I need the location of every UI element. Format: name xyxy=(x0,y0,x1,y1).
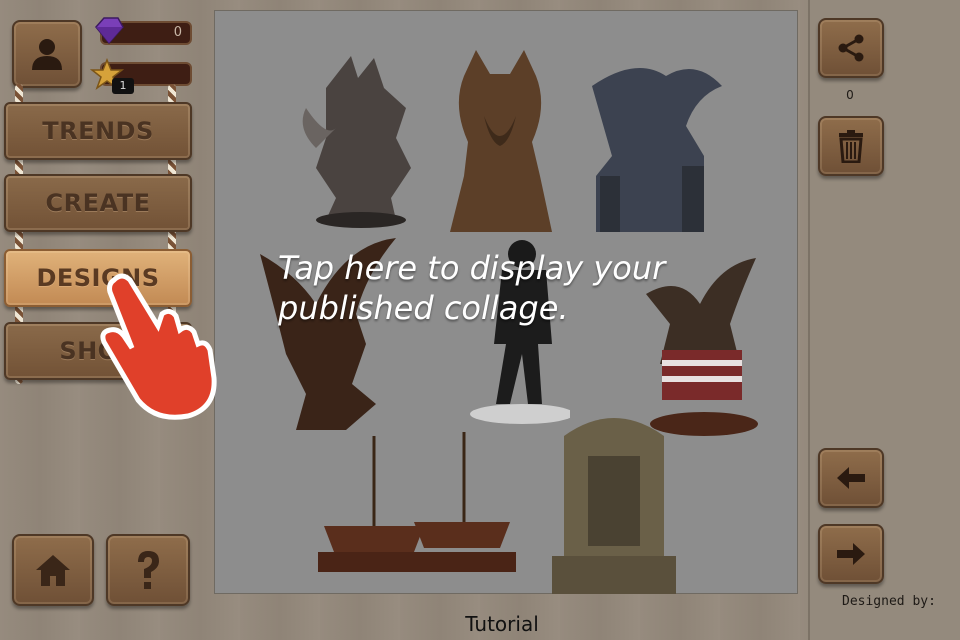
arrow-left-icon xyxy=(837,467,865,489)
fairy-dragon-figurine[interactable] xyxy=(296,48,426,230)
menu-create-label: CREATE xyxy=(45,189,151,217)
menu-create-button[interactable]: CREATE xyxy=(4,174,192,232)
designed-by-label: Designed by: xyxy=(842,594,936,609)
fountain-figurine[interactable] xyxy=(548,406,680,598)
profile-icon xyxy=(32,39,62,70)
gem-icon xyxy=(95,17,124,45)
hand-pointer-icon xyxy=(100,273,217,420)
share-button[interactable] xyxy=(818,18,884,78)
ship-bookends-figurine[interactable] xyxy=(314,426,520,578)
arrow-right-icon xyxy=(837,543,865,565)
menu-trends-button[interactable]: TRENDS xyxy=(4,102,192,160)
home-icon xyxy=(36,555,70,586)
share-icon xyxy=(838,34,864,62)
next-button[interactable] xyxy=(818,524,884,584)
tutorial-label: Tutorial xyxy=(465,612,539,636)
gems-count: 0 xyxy=(173,25,182,40)
menu-trends-label: TRENDS xyxy=(42,117,154,145)
help-button[interactable] xyxy=(106,534,190,606)
share-count: 0 xyxy=(846,88,854,102)
dragon-castle-figurine[interactable] xyxy=(586,56,726,238)
star-level-badge: 1 xyxy=(112,78,134,94)
tutorial-message: Tap here to display your published colla… xyxy=(278,249,666,327)
wolf-bust-figurine[interactable] xyxy=(444,46,556,240)
delete-button[interactable] xyxy=(818,116,884,176)
home-button[interactable] xyxy=(12,534,94,606)
help-icon xyxy=(138,551,159,589)
previous-button[interactable] xyxy=(818,448,884,508)
profile-button[interactable] xyxy=(12,20,82,88)
trash-icon xyxy=(839,130,863,163)
